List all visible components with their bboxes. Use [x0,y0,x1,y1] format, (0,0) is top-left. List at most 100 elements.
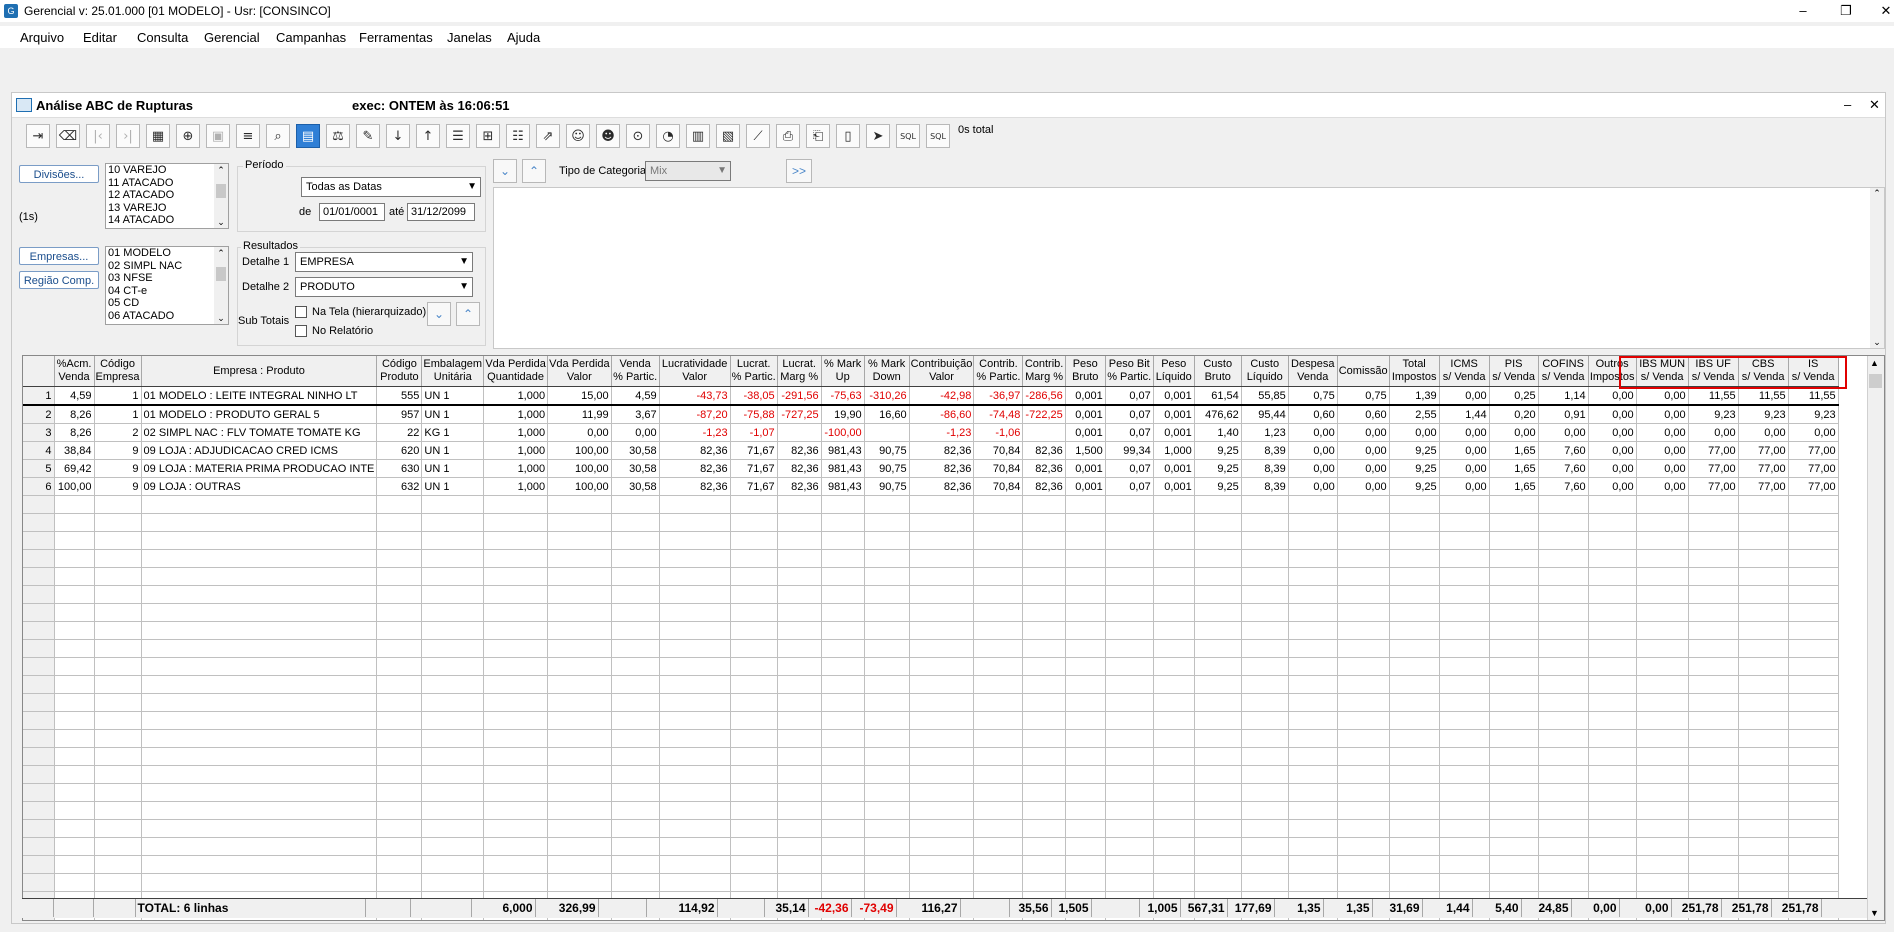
table-cell[interactable] [1538,603,1589,622]
table-cell[interactable] [1688,783,1739,802]
table-cell[interactable] [1738,513,1789,532]
table-cell[interactable]: 0,00 [1636,441,1689,460]
table-cell[interactable] [1788,639,1839,658]
table-cell[interactable] [1065,801,1106,820]
table-cell[interactable]: 957 [376,405,423,424]
row-number[interactable] [23,765,55,784]
column-header[interactable]: %Acm. Venda [54,356,95,387]
table-cell[interactable] [1241,657,1289,676]
table-cell[interactable] [1153,711,1195,730]
table-cell[interactable] [547,747,612,766]
pie-chart-icon[interactable]: ◔ [656,124,680,148]
table-cell[interactable]: 11,55 [1788,386,1839,406]
table-cell[interactable] [730,747,778,766]
add-icon[interactable]: ⊕ [176,124,200,148]
eraser-icon[interactable]: ⌫ [56,124,80,148]
table-row[interactable] [23,531,1839,550]
column-header[interactable]: Empresa : Produto [141,356,378,387]
scroll-down-icon[interactable]: ▼ [1870,908,1879,918]
table-cell[interactable] [1439,873,1490,892]
table-cell[interactable]: -75,88 [730,405,778,424]
table-cell[interactable] [1788,567,1839,586]
sort-asc-icon[interactable]: ↑ [416,124,440,148]
table-cell[interactable] [1439,603,1490,622]
table-cell[interactable] [1738,495,1789,514]
table-cell[interactable] [1288,531,1338,550]
table-cell[interactable] [1153,513,1195,532]
zoom-icon[interactable]: ⊙ [626,124,650,148]
table-cell[interactable] [1241,693,1289,712]
table-cell[interactable] [659,621,731,640]
table-cell[interactable] [94,729,142,748]
table-cell[interactable] [909,711,975,730]
table-cell[interactable] [1688,747,1739,766]
table-cell[interactable] [1688,531,1739,550]
table-cell[interactable] [1337,855,1390,874]
table-cell[interactable] [94,531,142,550]
table-cell[interactable] [376,657,423,676]
table-cell[interactable]: 8,39 [1241,477,1289,496]
table-row[interactable] [23,639,1839,658]
table-cell[interactable] [94,495,142,514]
table-cell[interactable] [1241,783,1289,802]
table-cell[interactable] [973,603,1024,622]
table-cell[interactable] [1105,783,1154,802]
table-cell[interactable]: 0,00 [1636,459,1689,478]
table-cell[interactable] [1538,639,1589,658]
table-cell[interactable] [659,675,731,694]
table-cell[interactable] [611,513,660,532]
table-cell[interactable] [1241,819,1289,838]
table-cell[interactable] [973,765,1024,784]
table-cell[interactable] [1538,837,1589,856]
table-cell[interactable] [547,711,612,730]
row-number[interactable] [23,585,55,604]
table-cell[interactable] [1022,585,1066,604]
table-row[interactable] [23,729,1839,748]
table-cell[interactable] [1194,657,1242,676]
exit-icon[interactable]: ⇥ [26,124,50,148]
table-cell[interactable] [1636,801,1689,820]
table-cell[interactable]: 0,91 [1538,405,1589,424]
table-cell[interactable] [54,585,95,604]
table-cell[interactable] [1022,711,1066,730]
table-cell[interactable] [1788,873,1839,892]
table-cell[interactable]: 0,07 [1105,405,1154,424]
table-cell[interactable]: 0,00 [1439,459,1490,478]
table-cell[interactable]: -1,23 [659,423,731,442]
table-cell[interactable] [777,711,822,730]
table-cell[interactable] [1588,747,1637,766]
table-cell[interactable] [1105,675,1154,694]
table-cell[interactable] [730,855,778,874]
list-item[interactable]: 03 NFSE [108,272,228,285]
table-cell[interactable] [1538,567,1589,586]
checklist-alt-icon[interactable]: ☷ [506,124,530,148]
table-cell[interactable] [1489,657,1539,676]
table-cell[interactable] [483,729,549,748]
table-cell[interactable]: 9,25 [1194,477,1242,496]
table-cell[interactable]: -1,07 [730,423,778,442]
table-cell[interactable] [1489,639,1539,658]
table-cell[interactable] [1389,603,1440,622]
table-cell[interactable] [1241,513,1289,532]
table-cell[interactable] [1489,855,1539,874]
table-cell[interactable] [547,873,612,892]
table-cell[interactable] [376,693,423,712]
table-cell[interactable]: 630 [376,459,423,478]
table-cell[interactable]: 01 MODELO : PRODUTO GERAL 5 [141,405,378,424]
table-cell[interactable] [1636,621,1689,640]
table-cell[interactable] [547,513,612,532]
table-cell[interactable]: 100,00 [547,459,612,478]
table-cell[interactable] [821,603,865,622]
column-header[interactable]: Contrib. Marg % [1022,356,1066,387]
table-cell[interactable] [483,693,549,712]
table-cell[interactable] [659,513,731,532]
minimize-button[interactable]: – [1783,2,1823,20]
table-cell[interactable] [1241,675,1289,694]
table-cell[interactable] [483,585,549,604]
table-cell[interactable] [1241,729,1289,748]
table-cell[interactable] [1022,837,1066,856]
table-cell[interactable] [54,657,95,676]
table-row[interactable] [23,549,1839,568]
row-number[interactable]: 4 [23,441,55,460]
table-cell[interactable]: 0,001 [1153,459,1195,478]
